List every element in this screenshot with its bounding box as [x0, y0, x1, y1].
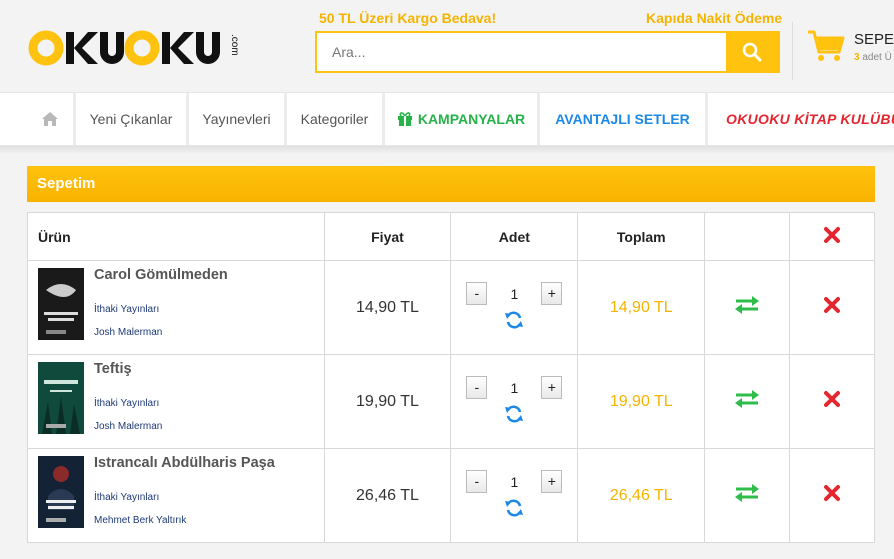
quantity-cell: - +	[450, 354, 579, 449]
cash-on-delivery-promo: Kapıda Nakit Ödeme	[646, 10, 783, 26]
decrease-qty-button[interactable]: -	[466, 376, 488, 399]
cart-count: 3 adet Ü	[854, 52, 892, 63]
product-price: 14,90 TL	[323, 260, 452, 355]
search-icon	[742, 42, 762, 62]
transfer-cell	[704, 260, 791, 355]
product-total: 26,46 TL	[577, 448, 706, 543]
table-row: Teftiş İthaki Yayınları Josh Malerman 19…	[27, 354, 875, 449]
nav-categories[interactable]: Kategoriler	[287, 93, 382, 145]
site-logo[interactable]: .com	[28, 24, 238, 72]
product-title[interactable]: Carol Gömülmeden	[94, 267, 228, 283]
product-total: 19,90 TL	[577, 354, 706, 449]
refresh-icon[interactable]	[504, 310, 524, 330]
nav-shadow	[0, 146, 894, 154]
nav-advantage-sets[interactable]: AVANTAJLI SETLER	[540, 93, 705, 145]
product-publisher[interactable]: İthaki Yayınları	[94, 492, 159, 503]
column-total: Toplam	[577, 212, 706, 261]
product-title[interactable]: Istrancalı Abdülharis Paşa	[94, 455, 275, 471]
decrease-qty-button[interactable]: -	[466, 470, 488, 493]
product-price: 19,90 TL	[323, 354, 452, 449]
quantity-input[interactable]	[487, 376, 542, 399]
increase-qty-button[interactable]: +	[541, 376, 563, 399]
delete-cell	[789, 354, 875, 449]
product-title[interactable]: Teftiş	[94, 361, 132, 377]
column-price: Fiyat	[323, 212, 452, 261]
gift-icon	[397, 112, 412, 126]
table-row: Carol Gömülmeden İthaki Yayınları Josh M…	[27, 260, 875, 355]
product-publisher[interactable]: İthaki Yayınları	[94, 398, 159, 409]
home-icon	[42, 112, 58, 126]
cart-table: Ürün Fiyat Adet Toplam Carol Gömülmeden …	[27, 212, 875, 543]
quantity-cell: - +	[450, 260, 579, 355]
delete-icon[interactable]	[823, 390, 841, 408]
transfer-arrows-icon[interactable]	[735, 390, 760, 408]
book-cover-image[interactable]	[38, 455, 84, 528]
cart-title[interactable]: SEPE	[854, 31, 894, 48]
main-nav: Yeni Çıkanlar Yayınevleri Kategoriler KA…	[0, 92, 894, 146]
search-box	[315, 31, 780, 73]
delete-cell	[789, 260, 875, 355]
transfer-arrows-icon[interactable]	[735, 296, 760, 314]
nav-new-releases[interactable]: Yeni Çıkanlar	[76, 93, 186, 145]
increase-qty-button[interactable]: +	[541, 282, 563, 305]
shopping-cart-icon[interactable]	[806, 28, 846, 64]
book-cover-image[interactable]	[38, 361, 84, 434]
cart-table-header: Ürün Fiyat Adet Toplam	[27, 212, 875, 261]
site-header: .com 50 TL Üzeri Kargo Bedava! Kapıda Na…	[0, 0, 894, 92]
increase-qty-button[interactable]: +	[541, 470, 563, 493]
book-cover-image[interactable]	[38, 267, 84, 340]
product-author[interactable]: Josh Malerman	[94, 327, 162, 338]
column-delete-all	[789, 212, 875, 261]
product-author[interactable]: Josh Malerman	[94, 421, 162, 432]
product-publisher[interactable]: İthaki Yayınları	[94, 304, 159, 315]
delete-all-icon[interactable]	[823, 226, 841, 244]
product-price: 26,46 TL	[323, 448, 452, 543]
free-shipping-promo: 50 TL Üzeri Kargo Bedava!	[319, 10, 497, 26]
transfer-cell	[704, 448, 791, 543]
refresh-icon[interactable]	[504, 498, 524, 518]
quantity-input[interactable]	[487, 470, 542, 493]
search-button[interactable]	[726, 33, 778, 71]
nav-campaigns[interactable]: KAMPANYALAR	[385, 93, 537, 145]
quantity-cell: - +	[450, 448, 579, 543]
delete-cell	[789, 448, 875, 543]
header-divider	[792, 22, 793, 80]
delete-icon[interactable]	[823, 484, 841, 502]
table-row: Istrancalı Abdülharis Paşa İthaki Yayınl…	[27, 448, 875, 543]
product-total: 14,90 TL	[577, 260, 706, 355]
quantity-input[interactable]	[487, 282, 542, 305]
transfer-arrows-icon[interactable]	[735, 484, 760, 502]
nav-home[interactable]	[27, 93, 73, 145]
product-author[interactable]: Mehmet Berk Yaltırık	[94, 515, 186, 526]
svg-text:.com: .com	[229, 34, 238, 56]
transfer-cell	[704, 354, 791, 449]
refresh-icon[interactable]	[504, 404, 524, 424]
column-transfer	[704, 212, 791, 261]
delete-icon[interactable]	[823, 296, 841, 314]
decrease-qty-button[interactable]: -	[466, 282, 488, 305]
nav-book-club[interactable]: OKUOKU KİTAP KULÜBÜ	[708, 93, 894, 145]
column-product: Ürün	[27, 212, 325, 261]
search-input[interactable]	[317, 33, 727, 71]
nav-publishers[interactable]: Yayınevleri	[189, 93, 284, 145]
cart-section-title: Sepetim	[27, 166, 875, 202]
column-qty: Adet	[450, 212, 579, 261]
